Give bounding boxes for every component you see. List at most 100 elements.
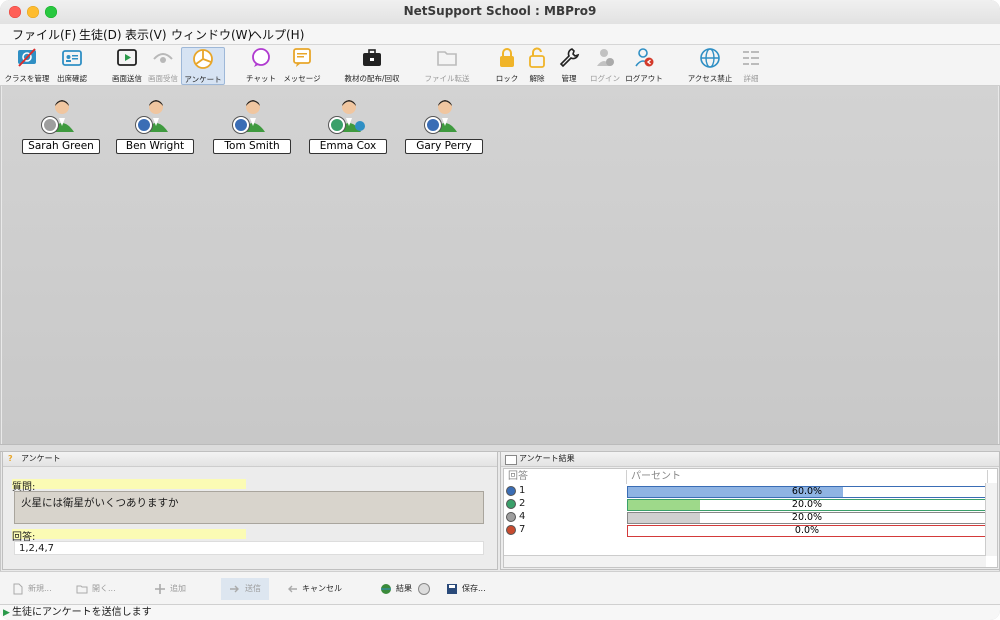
col-percent-header[interactable]: パーセント bbox=[627, 470, 988, 484]
chat-label: チャット bbox=[246, 74, 276, 83]
result-dot bbox=[506, 499, 516, 509]
save-label: 保存... bbox=[462, 584, 486, 593]
lock-label: ロック bbox=[495, 74, 519, 83]
add-button[interactable]: 追加 bbox=[154, 578, 186, 600]
status-text: 生徒にアンケートを送信します bbox=[12, 607, 152, 618]
message-label: メッセージ bbox=[283, 74, 321, 83]
student-name: Sarah Green bbox=[22, 139, 100, 154]
manage-label: 管理 bbox=[561, 74, 577, 83]
distribute-label: 教材の配布/回収 bbox=[344, 74, 400, 83]
cancel-button[interactable]: キャンセル bbox=[286, 578, 342, 600]
send-button[interactable]: 送信 bbox=[221, 578, 269, 600]
result-row[interactable]: 4 20.0% bbox=[504, 511, 987, 524]
add-label: 追加 bbox=[170, 584, 186, 593]
result-row[interactable]: 1 60.0% bbox=[504, 485, 987, 498]
question-field[interactable]: 火星には衛星がいくつありますか bbox=[14, 491, 484, 524]
survey-button[interactable]: アンケート bbox=[181, 47, 225, 85]
new-document-icon bbox=[13, 583, 23, 594]
student-tile[interactable]: Sarah Green bbox=[22, 96, 102, 156]
result-label: 結果 bbox=[396, 584, 412, 593]
view-icon bbox=[153, 53, 173, 63]
menu-view[interactable]: 表示(V) bbox=[125, 26, 167, 43]
login-button[interactable]: ログイン bbox=[588, 47, 622, 83]
manage-button[interactable]: 管理 bbox=[556, 47, 582, 83]
menu-student[interactable]: 生徒(D) bbox=[79, 26, 122, 43]
save-button[interactable]: 保存... bbox=[446, 578, 486, 600]
message-icon bbox=[293, 48, 311, 67]
results-panel-title: アンケート結果 bbox=[519, 454, 575, 463]
logout-button[interactable]: ログアウト bbox=[624, 47, 664, 83]
result-toggle[interactable] bbox=[417, 582, 430, 595]
result-bar: 0.0% bbox=[627, 525, 987, 537]
details-button[interactable]: 詳細 bbox=[738, 47, 764, 83]
main-toolbar: クラスを管理 出席確認 画面送信 画面受信 アンケート チャット メッセージ 教… bbox=[0, 45, 1000, 86]
result-bar: 20.0% bbox=[627, 512, 987, 524]
result-answer: 7 bbox=[519, 524, 526, 535]
student-tile[interactable]: Ben Wright bbox=[116, 96, 196, 156]
menu-file[interactable]: ファイル(F) bbox=[12, 26, 76, 43]
result-percent: 20.0% bbox=[791, 499, 823, 510]
details-label: 詳細 bbox=[743, 74, 759, 83]
wrench-icon bbox=[559, 48, 580, 68]
unlock-button[interactable]: 解除 bbox=[524, 47, 550, 83]
result-answer: 1 bbox=[519, 485, 526, 496]
file-transfer-button[interactable]: ファイル転送 bbox=[424, 47, 470, 83]
answers-field[interactable]: 1,2,4,7 bbox=[14, 541, 484, 555]
results-table: 回答 パーセント 1 60.0% 2 20.0% 4 20.0% 7 0.0% bbox=[503, 468, 998, 568]
globe-icon bbox=[700, 48, 720, 68]
logout-icon bbox=[635, 48, 654, 67]
col-answer-header[interactable]: 回答 bbox=[504, 470, 627, 484]
results-icon bbox=[505, 455, 517, 465]
students-view: Sarah Green Ben Wright Tom Smith Emma Co… bbox=[2, 86, 998, 444]
send-label: 送信 bbox=[245, 584, 261, 593]
result-dot bbox=[506, 525, 516, 535]
save-disk-icon bbox=[447, 583, 457, 594]
result-row[interactable]: 7 0.0% bbox=[504, 524, 987, 537]
show-screen-label: 画面送信 bbox=[112, 74, 142, 83]
survey-icon bbox=[193, 49, 213, 69]
result-button[interactable]: 結果 bbox=[380, 578, 430, 600]
class-manage-button[interactable]: クラスを管理 bbox=[4, 47, 50, 83]
menu-window[interactable]: ウィンドウ(W) bbox=[171, 26, 252, 43]
student-tile[interactable]: Tom Smith bbox=[213, 96, 293, 156]
briefcase-icon bbox=[363, 49, 381, 66]
open-folder-icon bbox=[76, 585, 88, 593]
web-block-button[interactable]: アクセス禁止 bbox=[686, 47, 734, 83]
results-horizontal-scrollbar[interactable] bbox=[504, 555, 986, 567]
result-bar: 20.0% bbox=[627, 499, 987, 511]
class-manage-icon bbox=[18, 48, 36, 67]
student-name: Emma Cox bbox=[309, 139, 387, 154]
result-bar: 60.0% bbox=[627, 486, 987, 498]
result-percent: 0.0% bbox=[794, 525, 820, 536]
view-button[interactable]: 画面受信 bbox=[146, 47, 180, 83]
result-answer: 4 bbox=[519, 511, 526, 522]
lock-button[interactable]: ロック bbox=[494, 47, 520, 83]
new-button[interactable]: 新規... bbox=[12, 578, 52, 600]
results-vertical-scrollbar[interactable] bbox=[985, 483, 997, 556]
details-icon bbox=[743, 51, 759, 65]
menu-help[interactable]: ヘルプ(H) bbox=[250, 26, 304, 43]
class-manage-label: クラスを管理 bbox=[4, 74, 50, 83]
login-icon bbox=[597, 49, 614, 66]
survey-panel-title: アンケート bbox=[21, 454, 61, 463]
play-arrow-icon: ▶ bbox=[3, 608, 10, 618]
student-tile[interactable]: Gary Perry bbox=[405, 96, 485, 156]
student-status-dot bbox=[233, 117, 249, 133]
show-screen-button[interactable]: 画面送信 bbox=[110, 47, 144, 83]
result-percent: 60.0% bbox=[791, 486, 823, 497]
survey-panel-header: ? アンケート bbox=[3, 452, 497, 467]
attendance-label: 出席確認 bbox=[57, 74, 87, 83]
student-tile[interactable]: Emma Cox bbox=[309, 96, 389, 156]
title-bar: NetSupport School : MBPro9 bbox=[0, 0, 1000, 25]
attendance-button[interactable]: 出席確認 bbox=[54, 47, 90, 83]
open-button[interactable]: 開く... bbox=[76, 578, 116, 600]
distribute-button[interactable]: 教材の配布/回収 bbox=[342, 47, 402, 83]
attendance-icon bbox=[62, 50, 82, 66]
student-status-dot bbox=[136, 117, 152, 133]
student-status-dot bbox=[329, 117, 345, 133]
chat-button[interactable]: チャット bbox=[244, 47, 278, 83]
result-row[interactable]: 2 20.0% bbox=[504, 498, 987, 511]
result-dot bbox=[506, 512, 516, 522]
result-dot bbox=[506, 486, 516, 496]
message-button[interactable]: メッセージ bbox=[282, 47, 322, 83]
